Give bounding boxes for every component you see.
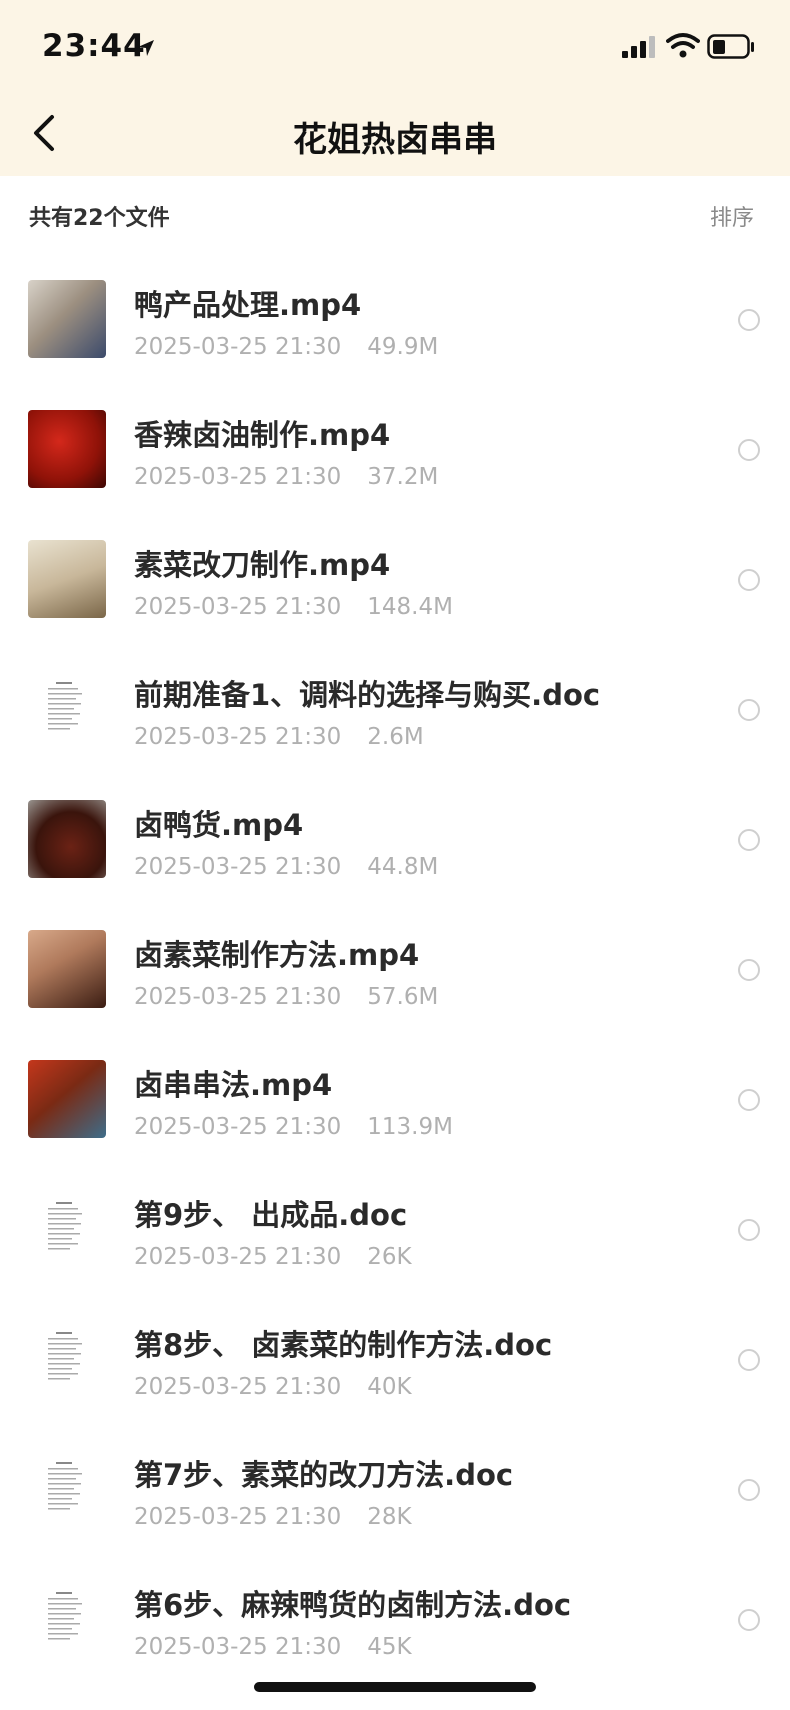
file-meta: 2025-03-25 21:30 49.9M: [134, 334, 438, 360]
select-radio[interactable]: [738, 309, 760, 331]
status-time: 23:44: [42, 28, 146, 64]
file-meta: 2025-03-25 21:30 57.6M: [134, 984, 438, 1010]
file-name: 卤素菜制作方法.mp4: [134, 938, 420, 972]
file-date: 2025-03-25 21:30: [134, 1244, 342, 1270]
select-radio[interactable]: [738, 1609, 760, 1631]
video-thumbnail: [28, 1060, 106, 1138]
file-date: 2025-03-25 21:30: [134, 1504, 342, 1530]
file-date: 2025-03-25 21:30: [134, 1374, 342, 1400]
file-date: 2025-03-25 21:30: [134, 854, 342, 880]
file-meta: 2025-03-25 21:30 44.8M: [134, 854, 438, 880]
file-size: 37.2M: [367, 464, 439, 490]
file-size: 49.9M: [367, 334, 439, 360]
file-meta: 2025-03-25 21:30 45K: [134, 1634, 412, 1660]
file-meta: 2025-03-25 21:30 28K: [134, 1504, 412, 1530]
file-name: 素菜改刀制作.mp4: [134, 548, 391, 582]
document-thumbnail-icon: [28, 1190, 106, 1268]
file-name: 第6步、麻辣鸭货的卤制方法.doc: [134, 1588, 572, 1622]
document-thumbnail-icon: [28, 1580, 106, 1658]
select-radio[interactable]: [738, 1219, 760, 1241]
file-size: 45K: [367, 1634, 412, 1660]
file-name: 第8步、 卤素菜的制作方法.doc: [134, 1328, 553, 1362]
file-date: 2025-03-25 21:30: [134, 724, 342, 750]
file-size: 57.6M: [367, 984, 439, 1010]
video-thumbnail: [28, 280, 106, 358]
file-row[interactable]: 前期准备1、调料的选择与购买.doc 2025-03-25 21:30 2.6M: [0, 637, 790, 767]
file-row[interactable]: 卤鸭货.mp4 2025-03-25 21:30 44.8M: [0, 767, 790, 897]
file-meta: 2025-03-25 21:30 2.6M: [134, 724, 424, 750]
video-thumbnail: [28, 930, 106, 1008]
file-name: 前期准备1、调料的选择与购买.doc: [134, 678, 601, 712]
video-thumbnail: [28, 800, 106, 878]
select-radio[interactable]: [738, 959, 760, 981]
battery-icon: [707, 34, 754, 59]
file-name: 第9步、 出成品.doc: [134, 1198, 408, 1232]
file-meta: 2025-03-25 21:30 37.2M: [134, 464, 438, 490]
top-header: 23:44 花姐热卤串串: [0, 0, 790, 176]
page-title: 花姐热卤串串: [293, 120, 497, 160]
file-size: 28K: [367, 1504, 412, 1530]
file-date: 2025-03-25 21:30: [134, 1634, 342, 1660]
file-size: 40K: [367, 1374, 412, 1400]
select-radio[interactable]: [738, 439, 760, 461]
document-thumbnail-icon: [28, 1450, 106, 1528]
file-date: 2025-03-25 21:30: [134, 1114, 342, 1140]
file-name: 第7步、素菜的改刀方法.doc: [134, 1458, 514, 1492]
file-date: 2025-03-25 21:30: [134, 464, 342, 490]
select-radio[interactable]: [738, 829, 760, 851]
file-meta: 2025-03-25 21:30 148.4M: [134, 594, 453, 620]
file-count-label: 共有22个文件: [29, 206, 170, 231]
file-meta: 2025-03-25 21:30 26K: [134, 1244, 412, 1270]
file-size: 2.6M: [367, 724, 424, 750]
file-size: 148.4M: [367, 594, 453, 620]
location-arrow-icon: [138, 40, 154, 56]
document-thumbnail-icon: [28, 1320, 106, 1398]
select-radio[interactable]: [738, 1349, 760, 1371]
file-meta: 2025-03-25 21:30 113.9M: [134, 1114, 453, 1140]
file-name: 鸭产品处理.mp4: [134, 288, 362, 322]
file-row[interactable]: 卤串串法.mp4 2025-03-25 21:30 113.9M: [0, 1027, 790, 1157]
video-thumbnail: [28, 410, 106, 488]
video-thumbnail: [28, 540, 106, 618]
file-size: 113.9M: [367, 1114, 453, 1140]
file-date: 2025-03-25 21:30: [134, 594, 342, 620]
file-row[interactable]: 第7步、素菜的改刀方法.doc 2025-03-25 21:30 28K: [0, 1417, 790, 1547]
file-row[interactable]: 第9步、 出成品.doc 2025-03-25 21:30 26K: [0, 1157, 790, 1287]
select-radio[interactable]: [738, 569, 760, 591]
file-row[interactable]: 卤素菜制作方法.mp4 2025-03-25 21:30 57.6M: [0, 897, 790, 1027]
select-radio[interactable]: [738, 699, 760, 721]
document-thumbnail-icon: [28, 670, 106, 748]
file-name: 香辣卤油制作.mp4: [134, 418, 391, 452]
file-size: 44.8M: [367, 854, 439, 880]
wifi-icon: [666, 33, 700, 58]
file-name: 卤鸭货.mp4: [134, 808, 304, 842]
file-meta: 2025-03-25 21:30 40K: [134, 1374, 412, 1400]
select-radio[interactable]: [738, 1089, 760, 1111]
file-size: 26K: [367, 1244, 412, 1270]
sort-button[interactable]: 排序: [710, 200, 754, 232]
file-row[interactable]: 鸭产品处理.mp4 2025-03-25 21:30 49.9M: [0, 247, 790, 377]
file-date: 2025-03-25 21:30: [134, 984, 342, 1010]
select-radio[interactable]: [738, 1479, 760, 1501]
cellular-signal-icon: [622, 36, 655, 58]
file-row[interactable]: 第8步、 卤素菜的制作方法.doc 2025-03-25 21:30 40K: [0, 1287, 790, 1417]
file-list: 鸭产品处理.mp4 2025-03-25 21:30 49.9M 香辣卤油制作.mp4…: [0, 247, 790, 1677]
file-name: 卤串串法.mp4: [134, 1068, 333, 1102]
file-row[interactable]: 素菜改刀制作.mp4 2025-03-25 21:30 148.4M: [0, 507, 790, 637]
file-date: 2025-03-25 21:30: [134, 334, 342, 360]
file-row[interactable]: 第6步、麻辣鸭货的卤制方法.doc 2025-03-25 21:30 45K: [0, 1547, 790, 1677]
file-row[interactable]: 香辣卤油制作.mp4 2025-03-25 21:30 37.2M: [0, 377, 790, 507]
home-indicator: [254, 1682, 536, 1692]
